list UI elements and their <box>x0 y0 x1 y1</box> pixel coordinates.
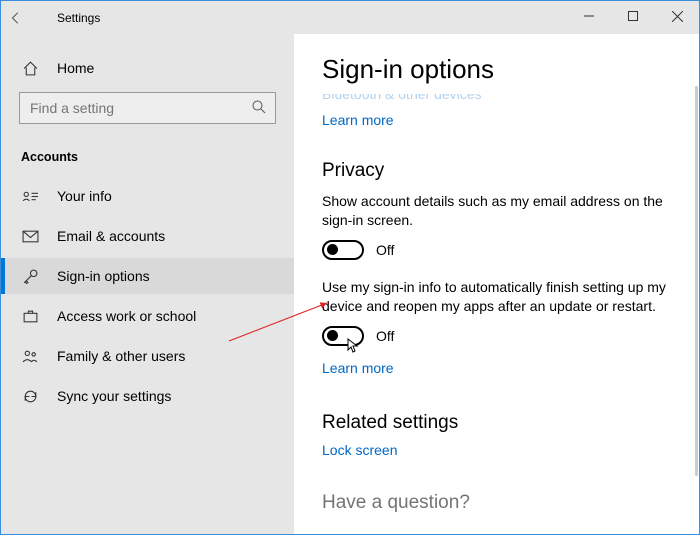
auto-finish-toggle[interactable] <box>322 326 364 346</box>
privacy-show-account-text: Show account details such as my email ad… <box>322 192 681 230</box>
back-button[interactable] <box>1 1 31 34</box>
scrollbar-vertical[interactable] <box>695 86 698 476</box>
sidebar-category-label: Accounts <box>1 138 294 178</box>
auto-finish-text: Use my sign-in info to automatically fin… <box>322 278 681 316</box>
sidebar-item-sync-settings[interactable]: Sync your settings <box>1 378 294 414</box>
learn-more-link-top[interactable]: Learn more <box>322 112 394 128</box>
sidebar-item-label: Sync your settings <box>57 388 171 404</box>
sidebar: Home Accounts Your info Email & accounts <box>1 34 294 534</box>
sidebar-item-email-accounts[interactable]: Email & accounts <box>1 218 294 254</box>
minimize-button[interactable] <box>567 1 611 31</box>
person-card-icon <box>21 187 39 205</box>
have-a-question-heading: Have a question? <box>322 492 681 514</box>
sidebar-item-your-info[interactable]: Your info <box>1 178 294 214</box>
close-button[interactable] <box>655 1 699 31</box>
auto-finish-toggle-state: Off <box>376 328 394 344</box>
sidebar-item-access-work-school[interactable]: Access work or school <box>1 298 294 334</box>
page-title: Sign-in options <box>322 54 681 85</box>
sidebar-item-family-other-users[interactable]: Family & other users <box>1 338 294 374</box>
sidebar-item-label: Home <box>57 60 94 76</box>
sidebar-item-label: Your info <box>57 188 112 204</box>
learn-more-link-privacy[interactable]: Learn more <box>322 360 394 376</box>
people-icon <box>21 347 39 365</box>
sidebar-item-label: Sign-in options <box>57 268 150 284</box>
sidebar-item-label: Family & other users <box>57 348 185 364</box>
mail-icon <box>21 227 39 245</box>
window-title: Settings <box>57 11 100 25</box>
privacy-heading: Privacy <box>322 160 681 182</box>
content-pane: Sign-in options Bluetooth & other device… <box>294 34 699 534</box>
sync-icon <box>21 387 39 405</box>
sidebar-item-sign-in-options[interactable]: Sign-in options <box>1 258 294 294</box>
privacy-show-account-toggle-state: Off <box>376 242 394 258</box>
key-icon <box>21 267 39 285</box>
briefcase-icon <box>21 307 39 325</box>
scrolled-cut-text: Bluetooth & other devices <box>322 94 681 104</box>
sidebar-item-home[interactable]: Home <box>1 50 294 86</box>
home-icon <box>21 59 39 77</box>
sidebar-item-label: Access work or school <box>57 308 196 324</box>
lock-screen-link[interactable]: Lock screen <box>322 442 397 458</box>
related-settings-heading: Related settings <box>322 412 681 434</box>
sidebar-item-label: Email & accounts <box>57 228 165 244</box>
search-input[interactable] <box>19 92 276 124</box>
maximize-button[interactable] <box>611 1 655 31</box>
privacy-show-account-toggle[interactable] <box>322 240 364 260</box>
